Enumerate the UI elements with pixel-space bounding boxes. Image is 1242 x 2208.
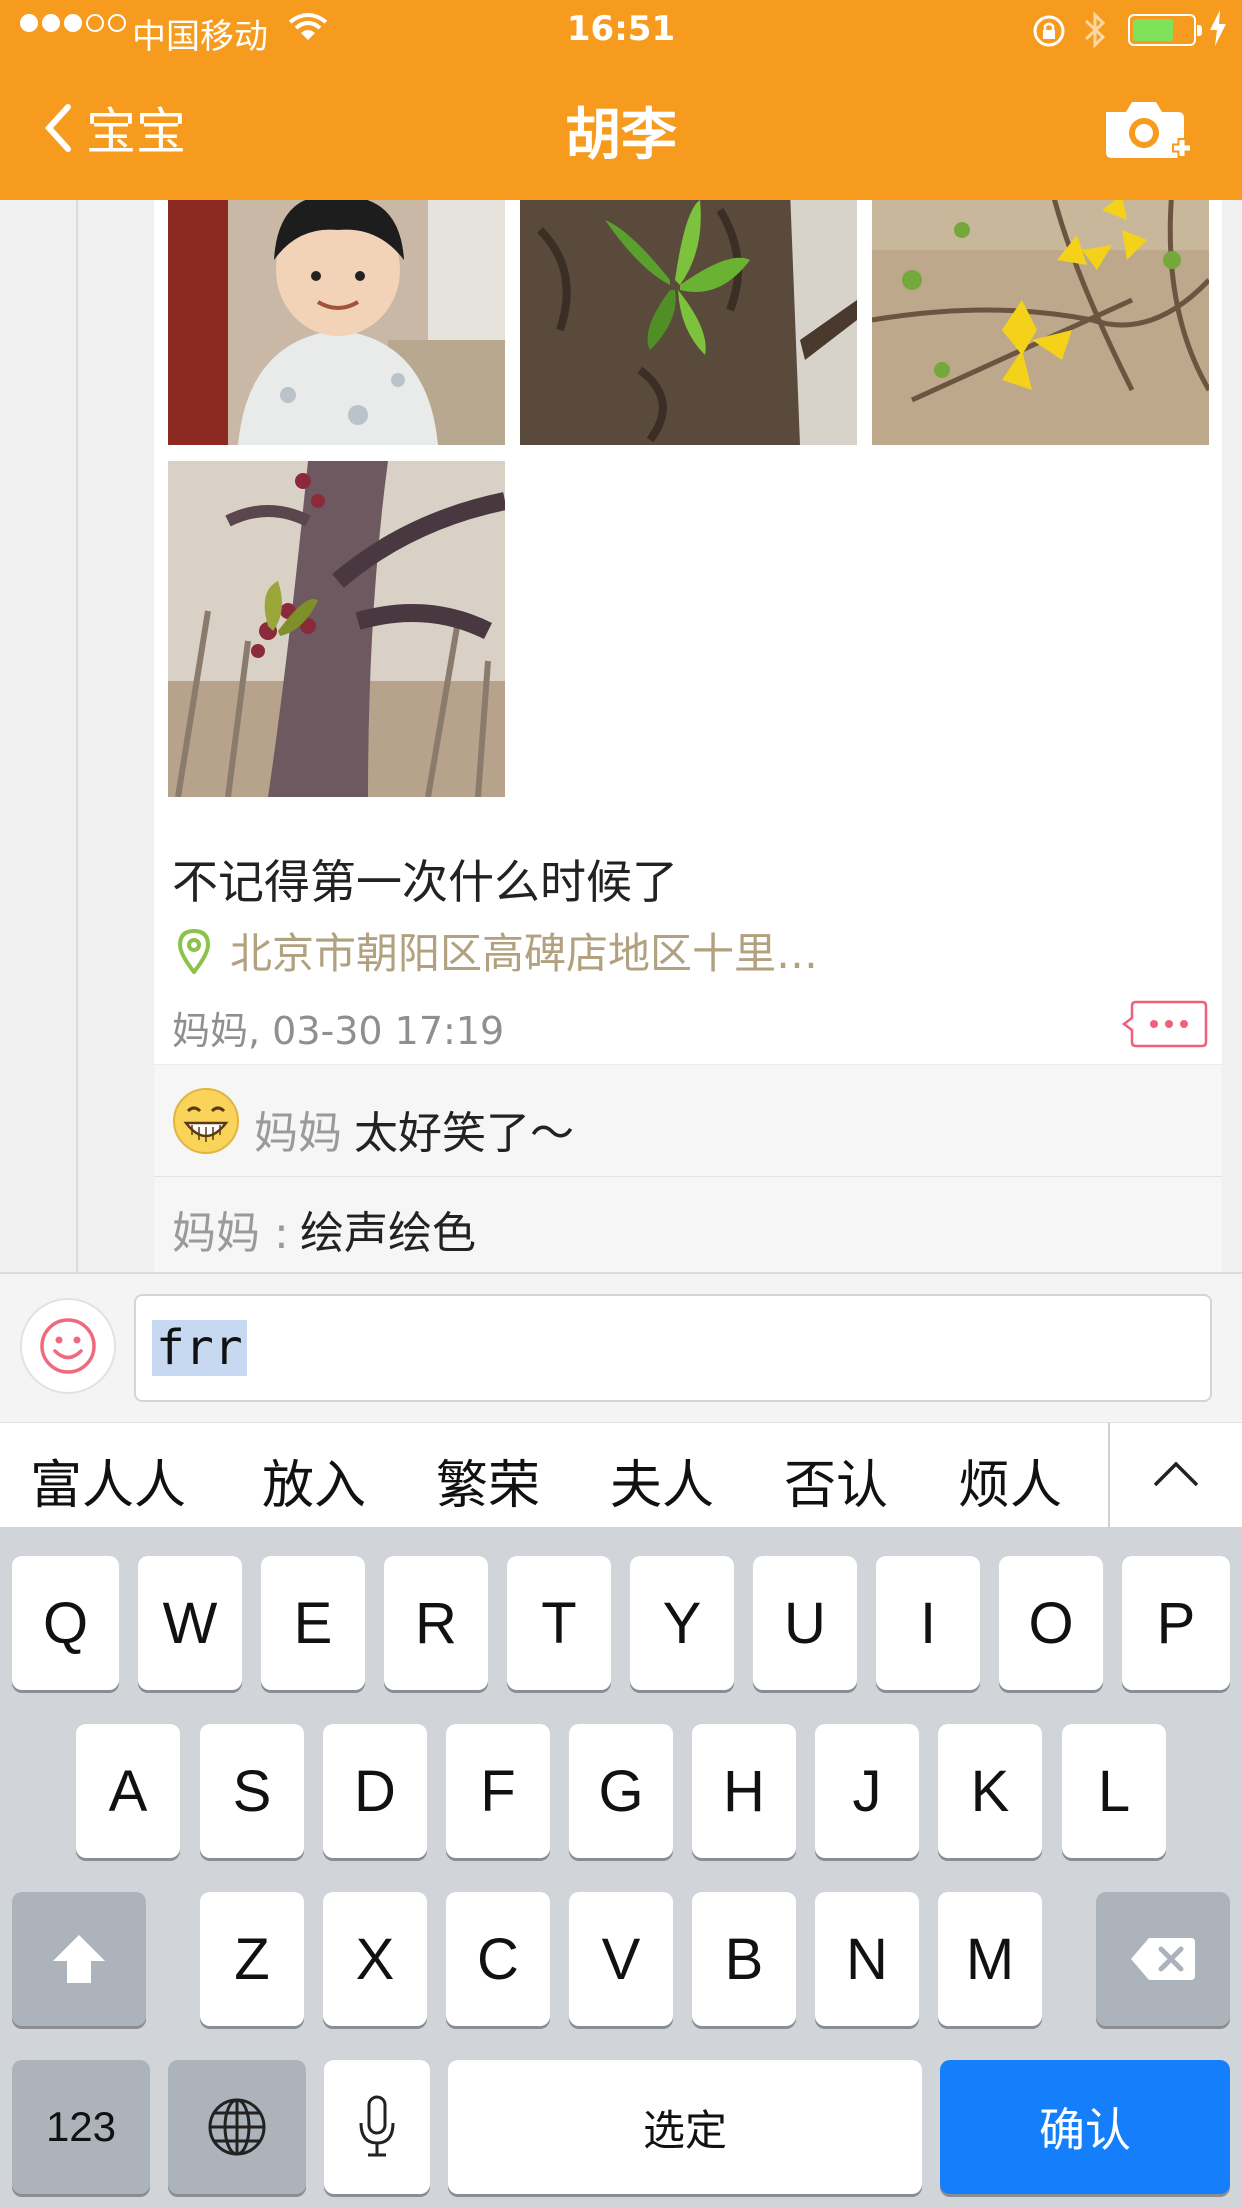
grin-emoji-icon xyxy=(173,1088,239,1154)
numbers-key[interactable]: 123 xyxy=(12,2060,150,2194)
key-q[interactable]: Q xyxy=(12,1556,119,1690)
key-k[interactable]: K xyxy=(938,1724,1042,1858)
shift-key[interactable] xyxy=(12,1892,146,2026)
page-title: 胡李 xyxy=(565,103,677,168)
key-h[interactable]: H xyxy=(692,1724,796,1858)
key-w[interactable]: W xyxy=(138,1556,242,1690)
expand-candidates-button[interactable] xyxy=(1108,1423,1242,1529)
key-r[interactable]: R xyxy=(384,1556,488,1690)
comment-input[interactable]: frr xyxy=(134,1294,1212,1402)
post-photo-yellow-flowers[interactable] xyxy=(872,190,1209,445)
location-text: 北京市朝阳区高碑店地区十里… xyxy=(230,929,819,978)
key-d[interactable]: D xyxy=(323,1724,427,1858)
emoji-button[interactable] xyxy=(20,1298,116,1394)
location-pin-icon xyxy=(177,928,211,974)
battery-icon xyxy=(1128,14,1202,46)
header-scallop-edge xyxy=(0,180,1242,198)
confirm-key[interactable]: 确认 xyxy=(940,2060,1230,2194)
post-photo-red-buds[interactable] xyxy=(168,461,505,797)
backspace-icon xyxy=(1131,1938,1195,1980)
keyboard: Q W E R T Y U I O P A S D F G H J K L Z … xyxy=(0,1528,1242,2208)
candidate-1[interactable]: 富人人 xyxy=(30,1443,186,1518)
comment-author: 妈妈 : xyxy=(172,1208,289,1259)
more-options-button[interactable] xyxy=(1122,1000,1208,1048)
key-p[interactable]: P xyxy=(1122,1556,1230,1690)
candidate-3[interactable]: 繁荣 xyxy=(436,1443,540,1518)
key-f[interactable]: F xyxy=(446,1724,550,1858)
key-l[interactable]: L xyxy=(1062,1724,1166,1858)
candidate-5[interactable]: 否认 xyxy=(784,1443,888,1518)
key-i[interactable]: I xyxy=(876,1556,980,1690)
candidate-6[interactable]: 烦人 xyxy=(958,1443,1062,1518)
globe-icon xyxy=(208,2098,266,2156)
bluetooth-icon xyxy=(1084,11,1106,49)
candidate-4[interactable]: 夫人 xyxy=(610,1443,714,1518)
post-photo-child[interactable] xyxy=(168,190,505,445)
post-meta: 妈妈, 03-30 17:19 xyxy=(172,1009,505,1053)
shift-icon xyxy=(53,1935,105,1983)
charging-icon xyxy=(1210,10,1226,46)
comment-row[interactable]: 妈妈 : 绘声绘色 xyxy=(154,1176,1222,1272)
ime-candidate-bar: 富人人 放入 繁荣 夫人 否认 烦人 xyxy=(0,1422,1242,1529)
top-bar: 中国移动 16:51 宝宝 胡李 xyxy=(0,0,1242,200)
microphone-icon xyxy=(359,2095,395,2157)
key-z[interactable]: Z xyxy=(200,1892,304,2026)
chevron-up-icon xyxy=(1153,1461,1199,1487)
key-n[interactable]: N xyxy=(815,1892,919,2026)
camera-add-button[interactable] xyxy=(1100,96,1196,166)
comment-text: 绘声绘色 xyxy=(300,1208,476,1259)
smile-icon xyxy=(40,1318,96,1374)
key-y[interactable]: Y xyxy=(630,1556,734,1690)
key-x[interactable]: X xyxy=(323,1892,427,2026)
camera-add-icon xyxy=(1106,102,1192,158)
post-location[interactable]: 北京市朝阳区高碑店地区十里… xyxy=(176,920,818,981)
comment-input-value: frr xyxy=(152,1320,247,1376)
key-o[interactable]: O xyxy=(999,1556,1103,1690)
timeline-line xyxy=(76,190,78,1272)
post-photo-tree-bud[interactable] xyxy=(520,190,857,445)
key-a[interactable]: A xyxy=(76,1724,180,1858)
candidate-2[interactable]: 放入 xyxy=(262,1443,366,1518)
space-key[interactable]: 选定 xyxy=(448,2060,922,2194)
globe-key[interactable] xyxy=(168,2060,306,2194)
key-v[interactable]: V xyxy=(569,1892,673,2026)
delete-key[interactable] xyxy=(1096,1892,1230,2026)
key-b[interactable]: B xyxy=(692,1892,796,2026)
key-c[interactable]: C xyxy=(446,1892,550,2026)
comment-input-bar: frr xyxy=(0,1272,1242,1422)
post-text: 不记得第一次什么时候了 xyxy=(172,855,678,909)
microphone-key[interactable] xyxy=(324,2060,430,2194)
key-g[interactable]: G xyxy=(569,1724,673,1858)
reaction-author: 妈妈 xyxy=(254,1108,342,1159)
reaction-text: 太好笑了～ xyxy=(354,1108,574,1159)
key-e[interactable]: E xyxy=(261,1556,365,1690)
reaction-row: 妈妈 太好笑了～ xyxy=(154,1064,1222,1176)
key-u[interactable]: U xyxy=(753,1556,857,1690)
key-t[interactable]: T xyxy=(507,1556,611,1690)
status-bar: 中国移动 16:51 xyxy=(0,0,1242,62)
rotation-lock-icon xyxy=(1033,15,1065,47)
key-m[interactable]: M xyxy=(938,1892,1042,2026)
key-j[interactable]: J xyxy=(815,1724,919,1858)
key-s[interactable]: S xyxy=(200,1724,304,1858)
